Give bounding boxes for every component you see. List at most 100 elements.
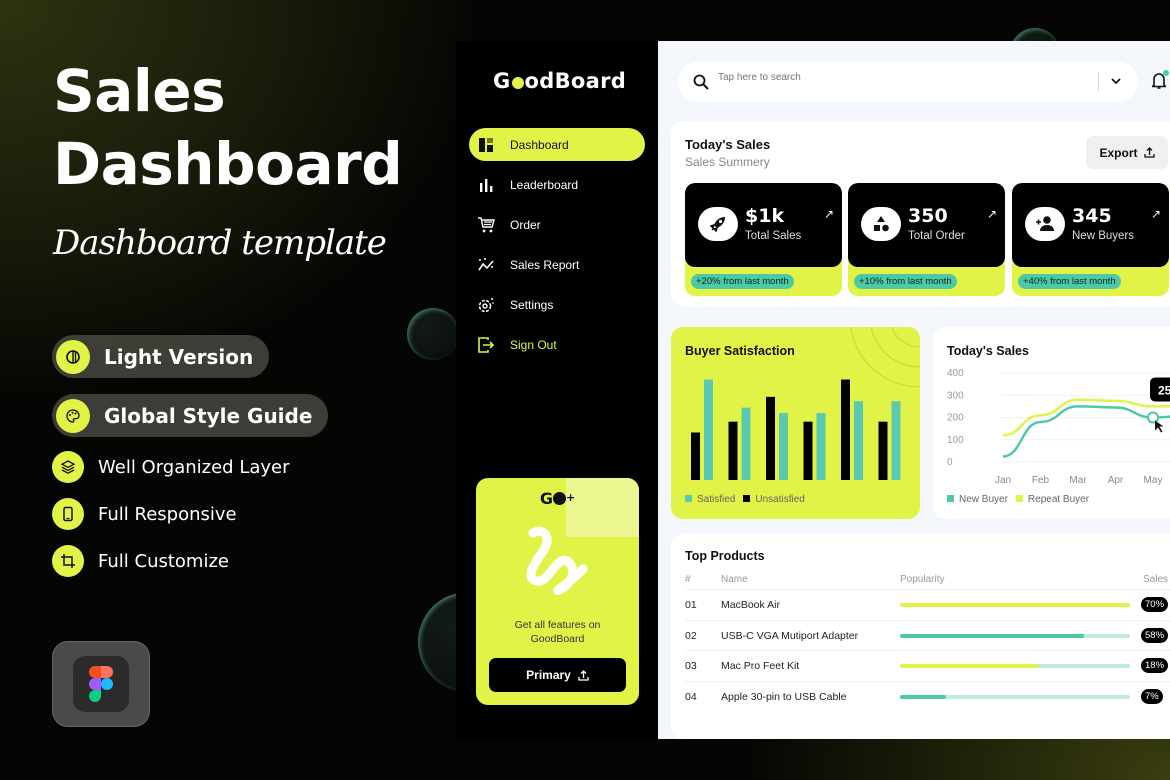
notification-dot bbox=[1163, 70, 1169, 76]
primary-button[interactable]: Primary bbox=[489, 658, 626, 692]
bar-unsatisfied-6 bbox=[878, 421, 888, 480]
popularity-bar-fill bbox=[900, 694, 946, 699]
legend-item-repeat-buyer: Repeat Buyer bbox=[1015, 494, 1089, 505]
popularity-bar-fill bbox=[900, 603, 1130, 607]
layers-icon bbox=[52, 451, 84, 483]
hero: Sales Dashboard Dashboard template bbox=[53, 55, 403, 263]
bar-unsatisfied-3 bbox=[766, 396, 775, 480]
search-input[interactable] bbox=[718, 72, 1078, 83]
shapes-icon bbox=[861, 207, 901, 241]
sidebar-item-dashboard[interactable]: Dashboard bbox=[469, 128, 645, 161]
column-header-num: # bbox=[685, 574, 691, 585]
row-number: 02 bbox=[685, 629, 697, 642]
figma-icon bbox=[89, 666, 113, 702]
dashboard-icon bbox=[477, 136, 495, 154]
bar-satisfied-2 bbox=[741, 407, 751, 480]
hero-subtitle: Dashboard template bbox=[53, 223, 387, 263]
sidebar-item-order[interactable]: Order bbox=[469, 208, 645, 241]
search-divider bbox=[1098, 72, 1099, 92]
feature-responsive: Full Responsive bbox=[52, 498, 237, 530]
sidebar: GodBoard Dashboard Leaderboard Order Sal… bbox=[456, 41, 658, 739]
rocket-icon bbox=[698, 207, 738, 241]
export-button[interactable]: Export bbox=[1086, 136, 1168, 169]
table-row[interactable]: 04 Apple 30-pin to USB Cable 7% bbox=[685, 680, 1170, 711]
chart-title: Buyer Satisfaction bbox=[685, 344, 795, 358]
palette-icon bbox=[56, 398, 90, 433]
hero-title: Sales Dashboard bbox=[53, 57, 403, 198]
table-row[interactable]: 03 Mac Pro Feet Kit 18% bbox=[685, 650, 1170, 680]
sales-badge: 58% bbox=[1141, 627, 1169, 643]
hover-point[interactable] bbox=[1147, 411, 1159, 424]
chart-title: Today's Sales bbox=[947, 344, 1029, 358]
product-name: MacBook Air bbox=[721, 599, 780, 611]
upload-icon bbox=[578, 669, 589, 681]
stat-card-new-buyers[interactable]: 345 New Buyers ↗ +40% from last month bbox=[1012, 183, 1169, 296]
top-products-card: Top Products # Name Popularity Sales 01 … bbox=[671, 534, 1170, 739]
stat-card-total-sales[interactable]: $1k Total Sales ↗ +20% from last month bbox=[685, 183, 842, 296]
contrast-icon bbox=[56, 339, 90, 374]
squiggle-illustration bbox=[526, 526, 588, 595]
legend-item-unsatisfied: Unsatisfied bbox=[743, 494, 805, 505]
x-tick-label: Jan bbox=[995, 475, 1011, 486]
sidebar-item-settings[interactable]: Settings bbox=[469, 288, 645, 321]
tooltip-value: 25 bbox=[1158, 384, 1170, 398]
popularity-bar-fill bbox=[900, 633, 1084, 638]
notification-button[interactable] bbox=[1150, 70, 1169, 94]
dashboard-app: GodBoard Dashboard Leaderboard Order Sal… bbox=[456, 41, 1170, 739]
bar-satisfied-1 bbox=[704, 379, 713, 480]
column-header-name: Name bbox=[721, 574, 748, 585]
bar-unsatisfied-2 bbox=[728, 421, 738, 480]
legend-item-satisfied: Satisfied bbox=[685, 494, 735, 505]
add-user-icon bbox=[1025, 207, 1065, 241]
arrow-up-right-icon: ↗ bbox=[1150, 207, 1161, 221]
x-tick-label: May bbox=[1144, 475, 1163, 486]
todays-sales-chart-card: Today's Sales 400 300 200 100 0 Jan Feb Mar Apr M… bbox=[933, 327, 1170, 519]
stat-card-total-order[interactable]: 350 Total Order ↗ +10% from last month bbox=[848, 183, 1005, 296]
row-number: 01 bbox=[685, 599, 697, 611]
feature-style-guide: Global Style Guide bbox=[52, 394, 329, 437]
sales-badge: 7% bbox=[1141, 688, 1163, 704]
change-badge: +20% from last month bbox=[691, 274, 794, 289]
y-tick-label: 0 bbox=[947, 457, 953, 468]
arrow-up-right-icon: ↗ bbox=[986, 207, 997, 221]
y-tick-label: 200 bbox=[947, 413, 964, 424]
bar-satisfied-4 bbox=[816, 413, 826, 480]
promo-text: Get all features on GoodBoard bbox=[514, 619, 601, 645]
sidebar-nav: Dashboard Leaderboard Order Sales Report… bbox=[469, 128, 645, 368]
search-icon bbox=[693, 74, 709, 90]
brand-logo[interactable]: GodBoard bbox=[493, 69, 626, 93]
chart-legend: Satisfied Unsatisfied bbox=[685, 494, 805, 505]
sidebar-item-sales-report[interactable]: Sales Report bbox=[469, 248, 645, 281]
y-tick-label: 300 bbox=[947, 390, 964, 401]
promo-logo: G + bbox=[539, 489, 576, 508]
buyer-satisfaction-card: Buyer Satisfaction Satisfied Unsatisfied bbox=[671, 327, 920, 519]
section-title: Today's Sales bbox=[685, 137, 771, 152]
todays-sales-chart: 4003002001000JanFebMarAprMayJun25 bbox=[947, 368, 1170, 486]
sign-out-icon bbox=[477, 336, 495, 354]
bar-satisfied-3 bbox=[779, 413, 788, 480]
bar-unsatisfied-1 bbox=[691, 432, 700, 480]
feature-light-version: Light Version bbox=[52, 335, 270, 378]
search-bar bbox=[678, 62, 1138, 102]
sales-badge: 18% bbox=[1141, 658, 1169, 673]
sidebar-item-leaderboard[interactable]: Leaderboard bbox=[469, 168, 645, 201]
chart-legend: New Buyer Repeat Buyer bbox=[947, 494, 1089, 505]
product-name: Mac Pro Feet Kit bbox=[721, 660, 800, 672]
row-number: 03 bbox=[685, 660, 697, 672]
sidebar-item-sign-out[interactable]: Sign Out bbox=[469, 328, 645, 361]
section-subtitle: Sales Summery bbox=[685, 155, 770, 169]
upgrade-promo-card: G + Get all features on GoodBoard Primary bbox=[476, 478, 639, 705]
gear-icon bbox=[477, 296, 495, 314]
chevron-down-icon[interactable] bbox=[1110, 75, 1122, 87]
feature-organized-layer: Well Organized Layer bbox=[52, 451, 290, 483]
bar-unsatisfied-4 bbox=[803, 421, 813, 480]
phone-icon bbox=[52, 498, 84, 530]
column-header-popularity: Popularity bbox=[900, 574, 945, 585]
table-row[interactable]: 02 USB-C VGA Mutiport Adapter 58% bbox=[685, 619, 1170, 650]
table-row[interactable]: 01 MacBook Air 70% bbox=[685, 589, 1170, 619]
x-tick-label: Mar bbox=[1069, 475, 1087, 486]
change-badge: +10% from last month bbox=[854, 274, 957, 289]
arrow-up-right-icon: ↗ bbox=[823, 207, 834, 221]
legend-item-new-buyer: New Buyer bbox=[947, 494, 1008, 505]
popularity-bar bbox=[900, 633, 1130, 638]
